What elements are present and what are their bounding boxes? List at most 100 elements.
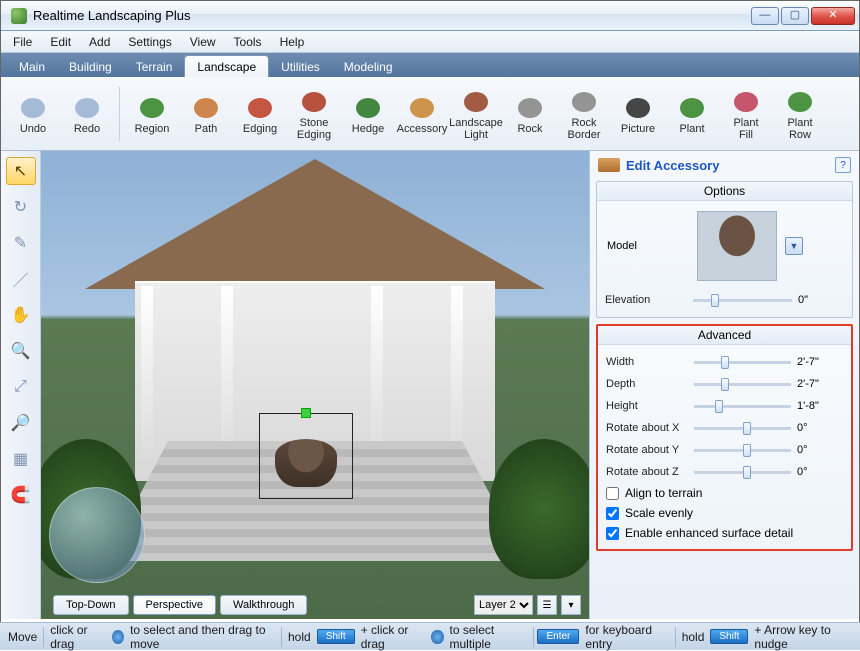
slider[interactable] [694,361,791,364]
prop-width: Width2'-7" [606,351,843,373]
app-icon [11,8,27,24]
undo-button[interactable]: Undo [7,82,59,146]
panel-title: Edit Accessory [626,158,829,173]
zoom-selection-tool[interactable]: 🔎 [6,409,36,437]
line-tool[interactable]: ／ [6,265,36,293]
slider[interactable] [694,471,791,474]
accessory-icon [598,158,620,172]
slider[interactable] [694,383,791,386]
minimize-button[interactable]: — [751,7,779,25]
viewtab-walkthrough[interactable]: Walkthrough [220,595,307,615]
prop-rotate-about-z: Rotate about Z0° [606,461,843,483]
model-dropdown-button[interactable]: ▼ [785,237,803,255]
options-header[interactable]: Options [597,182,852,201]
landscape-light-icon [460,86,492,116]
menu-tools[interactable]: Tools [226,33,270,51]
tab-landscape[interactable]: Landscape [184,55,269,77]
stone-edging-icon [298,86,330,116]
viewtab-perspective[interactable]: Perspective [133,595,216,615]
edging-icon [244,92,276,122]
tab-main[interactable]: Main [7,56,57,77]
edit-points-tool[interactable]: ✎ [6,229,36,257]
close-button[interactable]: ✕ [811,7,855,25]
advanced-header[interactable]: Advanced [598,326,851,345]
plant-row-button[interactable]: Plant Row [774,82,826,146]
picture-icon [622,92,654,122]
region-button[interactable]: Region [126,82,178,146]
menu-add[interactable]: Add [81,33,118,51]
layer-visibility-button[interactable]: ☰ [537,595,557,615]
model-label: Model [607,240,689,252]
rock-button[interactable]: Rock [504,82,556,146]
tab-modeling[interactable]: Modeling [332,56,405,77]
menu-settings[interactable]: Settings [120,33,179,51]
view-tabs: Top-DownPerspectiveWalkthrough [53,595,307,615]
path-icon [190,92,222,122]
edging-button[interactable]: Edging [234,82,286,146]
layer-select[interactable]: Layer 2 [474,595,533,615]
grid-tool[interactable]: ▦ [6,445,36,473]
select-tool[interactable]: ↖ [6,157,36,185]
advanced-section: Advanced Width2'-7"Depth2'-7"Height1'-8"… [596,324,853,551]
shift-key-icon: Shift [710,629,748,644]
slider[interactable] [694,449,791,452]
maximize-button[interactable]: ▢ [781,7,809,25]
title-bar: Realtime Landscaping Plus — ▢ ✕ [1,1,859,31]
redo-button[interactable]: Redo [61,82,113,146]
tab-terrain[interactable]: Terrain [124,56,185,77]
check-enable-enhanced-surface-detail[interactable]: Enable enhanced surface detail [606,523,843,543]
layer-dropdown-button[interactable]: ▾ [561,595,581,615]
viewtab-top-down[interactable]: Top-Down [53,595,129,615]
cursor-icon [431,630,443,644]
rock-border-icon [568,86,600,116]
check-align-to-terrain[interactable]: Align to terrain [606,483,843,503]
path-button[interactable]: Path [180,82,232,146]
zoom-in-tool[interactable]: 🔍 [6,337,36,365]
menu-view[interactable]: View [182,33,224,51]
landscape-light-button[interactable]: Landscape Light [450,82,502,146]
elevation-slider[interactable] [693,299,792,302]
tab-utilities[interactable]: Utilities [269,56,332,77]
bush [489,439,589,579]
hedge-button[interactable]: Hedge [342,82,394,146]
pan-tool[interactable]: ✋ [6,301,36,329]
window-title: Realtime Landscaping Plus [33,8,751,23]
rock-border-button[interactable]: Rock Border [558,82,610,146]
slider[interactable] [694,405,791,408]
tab-building[interactable]: Building [57,56,124,77]
check-scale-evenly[interactable]: Scale evenly [606,503,843,523]
menu-file[interactable]: File [5,33,40,51]
orbit-tool[interactable]: ↻ [6,193,36,221]
redo-icon [71,92,103,122]
status-bar: Move click or drag to select and then dr… [0,622,860,650]
model-thumbnail[interactable] [697,211,777,281]
slider[interactable] [694,427,791,430]
picture-button[interactable]: Picture [612,82,664,146]
toolbar-tabs: MainBuildingTerrainLandscapeUtilitiesMod… [1,53,859,77]
shift-key-icon: Shift [317,629,355,644]
plant-fill-icon [730,86,762,116]
undo-icon [17,92,49,122]
menu-help[interactable]: Help [272,33,313,51]
snap-tool[interactable]: 🧲 [6,481,36,509]
options-section: Options Model ▼ Elevation 0" [596,181,853,318]
navigation-orb[interactable] [49,487,145,583]
plant-icon [676,92,708,122]
rock-icon [514,92,546,122]
menu-edit[interactable]: Edit [42,33,79,51]
zoom-extents-tool[interactable]: ⤢ [6,373,36,401]
cursor-icon [112,630,124,644]
layer-controls: Layer 2 ☰ ▾ [474,595,581,615]
accessory-button[interactable]: Accessory [396,82,448,146]
selection-rect[interactable] [259,413,353,499]
prop-rotate-about-x: Rotate about X0° [606,417,843,439]
status-mode: Move [6,630,39,644]
viewport-3d[interactable]: Top-DownPerspectiveWalkthrough Layer 2 ☰… [41,151,589,619]
help-button[interactable]: ? [835,157,851,173]
prop-depth: Depth2'-7" [606,373,843,395]
plant-button[interactable]: Plant [666,82,718,146]
stone-edging-button[interactable]: Stone Edging [288,82,340,146]
properties-panel: Edit Accessory ? Options Model ▼ Elevati… [589,151,859,619]
plant-fill-button[interactable]: Plant Fill [720,82,772,146]
prop-height: Height1'-8" [606,395,843,417]
